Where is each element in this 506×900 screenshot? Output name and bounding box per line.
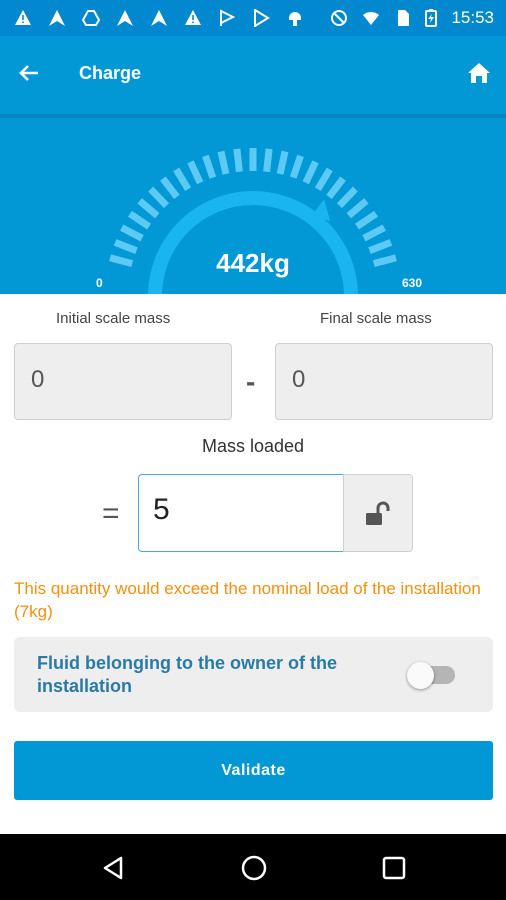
arrowhead-icon <box>151 10 167 26</box>
warning-message: This quantity would exceed the nominal l… <box>14 579 481 621</box>
gauge-tick <box>276 150 289 175</box>
equals-sign: = <box>102 497 120 530</box>
gauge-tick <box>160 176 180 199</box>
home-circle-icon[interactable] <box>240 854 268 882</box>
gauge-tick <box>326 176 346 199</box>
final-scale-mass-label: Final scale mass <box>320 310 432 327</box>
gauge-tick <box>120 224 144 242</box>
home-icon[interactable] <box>466 60 492 86</box>
gauge-tick <box>336 186 358 209</box>
gauge-max-label: 630 <box>402 276 423 290</box>
gauge-ticks <box>109 148 397 268</box>
gauge-tick <box>137 198 160 219</box>
gauge-tick <box>217 150 230 175</box>
battery-charging-icon <box>425 9 437 27</box>
drive-icon <box>82 10 100 26</box>
minus-sign: - <box>246 366 256 397</box>
arrowhead-icon <box>117 10 133 26</box>
final-scale-mass-value: 0 <box>292 366 306 393</box>
owner-fluid-label: Fluid belonging to the owner of the inst… <box>37 653 337 696</box>
gauge-tick <box>302 160 319 185</box>
gauge-tick <box>173 167 192 191</box>
toggle-knob[interactable] <box>407 662 434 689</box>
gauge-tick <box>127 210 152 230</box>
owner-fluid-row: Fluid belonging to the owner of the inst… <box>14 637 493 712</box>
gauge-tick <box>233 148 243 173</box>
android-icon <box>289 12 301 26</box>
gauge-tick <box>362 224 386 242</box>
flag-icon <box>220 9 236 26</box>
play-store-icon <box>254 9 270 27</box>
wifi-icon <box>363 11 379 25</box>
unlock-icon <box>366 501 390 525</box>
mass-loaded-label: Mass loaded <box>201 436 305 456</box>
initial-scale-mass-label: Initial scale mass <box>56 310 171 327</box>
recents-square-icon[interactable] <box>381 855 407 881</box>
gauge-tick <box>314 167 333 191</box>
initial-scale-mass-field[interactable]: 0 <box>14 343 232 420</box>
mass-loaded-field[interactable]: 5 <box>138 474 344 552</box>
gauge-tick <box>289 154 304 179</box>
status-clock: 15:53 <box>451 8 494 27</box>
warning-icon <box>15 10 31 25</box>
gauge-tick <box>346 198 369 219</box>
page-title: Charge <box>79 63 142 83</box>
warning-icon <box>185 10 201 25</box>
gauge-tick <box>187 160 204 185</box>
gauge-value: 442kg <box>216 248 290 278</box>
sim-icon <box>398 10 409 26</box>
navigation-bar <box>0 834 506 900</box>
final-scale-mass-field[interactable]: 0 <box>275 343 493 420</box>
validate-button[interactable]: Validate <box>14 741 493 800</box>
gauge-tick <box>263 148 273 173</box>
status-bar: 15:53 <box>0 0 506 36</box>
app-bar <box>0 36 506 114</box>
unlock-button[interactable] <box>343 474 413 552</box>
do-not-disturb-icon <box>331 10 347 26</box>
arrowhead-icon <box>49 10 65 26</box>
back-triangle-icon[interactable] <box>101 855 127 881</box>
arrow-left-icon[interactable] <box>16 60 42 86</box>
initial-scale-mass-value: 0 <box>31 366 45 393</box>
gauge-min-label: 0 <box>96 276 103 290</box>
gauge-tick <box>202 154 217 179</box>
gauge-tick <box>354 210 379 230</box>
gauge-tick <box>148 186 170 209</box>
mass-loaded-value: 5 <box>153 493 170 526</box>
